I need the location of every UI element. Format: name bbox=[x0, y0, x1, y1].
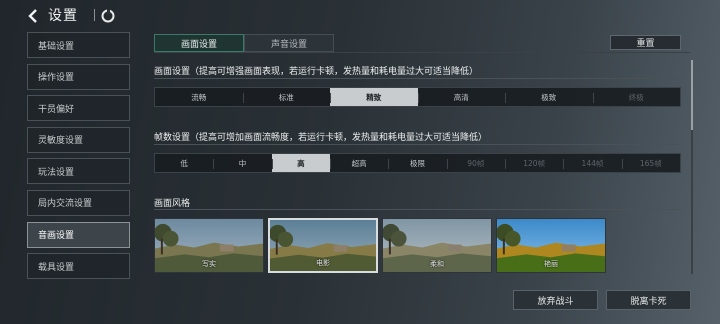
framerate-option[interactable]: 低 bbox=[155, 154, 213, 172]
style-option-label: 写实 bbox=[202, 260, 216, 268]
sidebar-item-vehicle[interactable]: 载具设置 bbox=[27, 253, 130, 280]
quality-option[interactable]: 标准 bbox=[242, 88, 331, 106]
settings-sidebar: 基础设置 操作设置 干员偏好 灵敏度设置 玩法设置 局内交流设置 音画设置 载具… bbox=[27, 32, 130, 285]
sidebar-item-sensitivity[interactable]: 灵敏度设置 bbox=[27, 126, 130, 153]
sidebar-item-label: 局内交流设置 bbox=[38, 199, 93, 210]
header-bar: 设置 bbox=[0, 0, 720, 30]
unstuck-button[interactable]: 脱离卡死 bbox=[606, 290, 691, 310]
scrollbar-thumb[interactable] bbox=[691, 60, 693, 130]
page-title: 设置 bbox=[48, 8, 78, 24]
tab-graphics[interactable]: 画面设置 bbox=[154, 34, 244, 52]
framerate-option[interactable]: 中 bbox=[213, 154, 271, 172]
settings-panel: 画面设置 声音设置 重置 画面设置（提高可增强画面表现，若运行卡顿，发热量和耗电… bbox=[154, 34, 693, 274]
style-option-card[interactable]: 柔和 bbox=[382, 218, 492, 273]
framerate-option[interactable]: 120帧 bbox=[504, 154, 563, 172]
sidebar-item-label: 基础设置 bbox=[38, 41, 75, 52]
quality-section-title: 画面设置（提高可增强画面表现，若运行卡顿，发热量和耗电量过大可适当降低） bbox=[154, 67, 479, 77]
settings-tabs: 画面设置 声音设置 bbox=[154, 34, 334, 52]
sidebar-item-label: 玩法设置 bbox=[38, 167, 75, 178]
quality-option[interactable]: 流畅 bbox=[155, 88, 243, 106]
style-option-card[interactable]: 电影 bbox=[268, 218, 378, 273]
sidebar-item-audio-video[interactable]: 音画设置 bbox=[27, 221, 130, 248]
framerate-option[interactable]: 144帧 bbox=[563, 154, 621, 172]
framerate-option[interactable]: 90帧 bbox=[446, 154, 505, 172]
quality-selector: 流畅 标准 精致 高清 极致 终极 bbox=[154, 87, 681, 107]
style-section-title: 画面风格 bbox=[154, 199, 191, 209]
header-divider bbox=[94, 9, 95, 21]
style-divider bbox=[154, 209, 681, 210]
abandon-battle-button[interactable]: 放弃战斗 bbox=[513, 290, 598, 310]
sidebar-item-label: 干员偏好 bbox=[38, 104, 75, 115]
quality-option[interactable]: 精致 bbox=[330, 88, 418, 106]
style-option-card[interactable]: 艳丽 bbox=[496, 218, 606, 273]
game-logo-icon bbox=[101, 8, 115, 23]
framerate-option[interactable]: 超高 bbox=[329, 154, 388, 172]
quality-option[interactable]: 极致 bbox=[505, 88, 593, 106]
framerate-section-title: 帧数设置（提高可增加画面流畅度，若运行卡顿，发热量和耗电量过大可适当降低） bbox=[154, 133, 488, 143]
quality-option[interactable]: 高清 bbox=[417, 88, 506, 106]
sidebar-item-label: 音画设置 bbox=[38, 231, 75, 242]
style-option-label: 艳丽 bbox=[544, 260, 558, 268]
quality-option[interactable]: 终极 bbox=[592, 88, 681, 106]
framerate-selector: 低中高超高 极限 90帧 120帧 144帧 165帧 bbox=[154, 153, 681, 173]
quality-divider bbox=[154, 78, 681, 79]
sidebar-item-controls[interactable]: 操作设置 bbox=[27, 63, 130, 90]
framerate-option[interactable]: 高 bbox=[271, 154, 330, 172]
sidebar-item-label: 操作设置 bbox=[38, 73, 75, 84]
tab-sound[interactable]: 声音设置 bbox=[244, 34, 334, 52]
style-option-label: 柔和 bbox=[430, 260, 444, 268]
style-option-card[interactable]: 写实 bbox=[154, 218, 264, 273]
sidebar-item-operator-prefs[interactable]: 干员偏好 bbox=[27, 95, 130, 122]
framerate-divider bbox=[154, 144, 681, 145]
style-option-label: 电影 bbox=[316, 259, 330, 267]
sidebar-item-label: 灵敏度设置 bbox=[38, 136, 84, 147]
sidebar-item-gameplay[interactable]: 玩法设置 bbox=[27, 158, 130, 185]
framerate-option[interactable]: 165帧 bbox=[621, 154, 680, 172]
reset-button[interactable]: 重置 bbox=[610, 35, 681, 50]
sidebar-item-label: 载具设置 bbox=[38, 262, 75, 273]
tab-underline bbox=[154, 52, 690, 53]
style-selector: 写实 电影 柔和 艳丽 bbox=[154, 218, 610, 273]
back-arrow-icon[interactable] bbox=[26, 8, 40, 23]
framerate-option[interactable]: 极限 bbox=[388, 154, 446, 172]
sidebar-item-communication[interactable]: 局内交流设置 bbox=[27, 189, 130, 216]
sidebar-item-basic[interactable]: 基础设置 bbox=[27, 32, 130, 58]
